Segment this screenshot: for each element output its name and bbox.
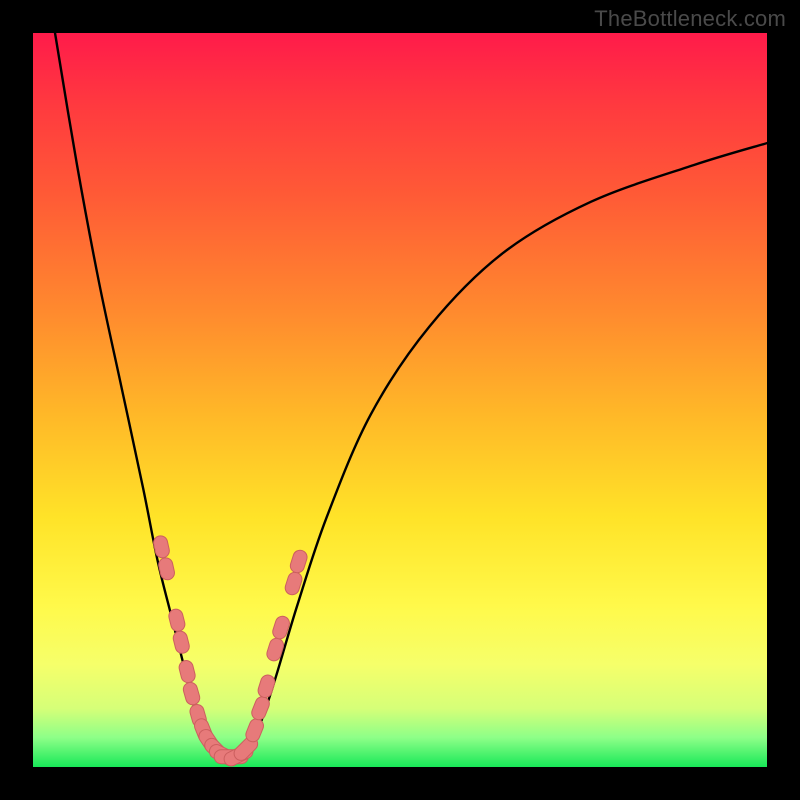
data-marker: [182, 681, 202, 707]
data-marker: [178, 659, 197, 684]
data-marker: [157, 557, 175, 582]
data-marker: [289, 548, 309, 574]
data-marker: [172, 630, 191, 655]
chart-plot-area: [33, 33, 767, 767]
data-marker: [167, 608, 186, 633]
watermark-text: TheBottleneck.com: [594, 6, 786, 32]
outer-frame: TheBottleneck.com: [0, 0, 800, 800]
data-marker: [256, 673, 276, 699]
data-marker: [152, 535, 170, 560]
marker-group: [152, 535, 309, 769]
curve-group: [55, 33, 767, 760]
bottleneck-curve-left: [55, 33, 246, 760]
bottleneck-curve-right: [246, 143, 767, 752]
chart-svg: [33, 33, 767, 767]
